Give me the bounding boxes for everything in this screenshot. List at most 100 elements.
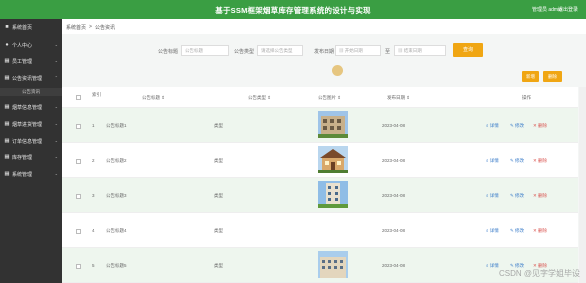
edit-link[interactable]: ✎ 修改	[510, 123, 524, 129]
chevron-down-icon: ⌄	[54, 42, 58, 47]
breadcrumb-current: 公告资讯	[95, 25, 116, 31]
column-header-title[interactable]: 公告标题 ⇕	[142, 95, 165, 101]
notice-image	[318, 251, 348, 278]
edit-link[interactable]: ✎ 修改	[510, 228, 524, 234]
delete-link[interactable]: ✕ 删除	[533, 123, 547, 129]
row-checkbox[interactable]	[76, 159, 81, 164]
sidebar-item-purchase[interactable]: ▦ 烟草进货管理 ⌄	[0, 118, 62, 130]
breadcrumb: 系统首页 > 公告资讯	[62, 19, 586, 34]
end-date-input[interactable]: ▦ 结束日期	[394, 45, 446, 56]
search-icon: ⌕	[486, 263, 489, 268]
row-title: 公告标题3	[106, 193, 127, 198]
view-link[interactable]: ⌕ 详情	[486, 158, 499, 164]
delete-link[interactable]: ✕ 删除	[533, 193, 547, 199]
row-type: 类型	[214, 263, 223, 268]
chevron-down-icon: ⌄	[54, 104, 58, 109]
add-button[interactable]: 新增	[522, 71, 539, 82]
row-type: 类型	[214, 123, 223, 128]
sidebar-item-home[interactable]: ■ 系统首页	[0, 21, 62, 33]
search-icon: ⌕	[486, 193, 489, 198]
column-header-date[interactable]: 发布日期 ⇕	[387, 95, 410, 101]
search-button[interactable]: 查询	[453, 43, 483, 57]
edit-link[interactable]: ✎ 修改	[510, 158, 524, 164]
sidebar-item-orders[interactable]: ▦ 订单信息管理 ⌄	[0, 135, 62, 147]
row-checkbox[interactable]	[76, 264, 81, 269]
row-date: 2023-04-08	[382, 193, 406, 198]
sidebar: ■ 系统首页 ● 个人中心 ⌄ ▦ 员工管理 ⌄ ▦ 公告资讯管理 ⌃ 公告资讯…	[0, 19, 62, 283]
chevron-down-icon: ⌄	[54, 58, 58, 63]
view-link[interactable]: ⌕ 详情	[486, 193, 499, 199]
sidebar-subitem-notices[interactable]: 公告资讯	[0, 88, 62, 96]
view-link[interactable]: ⌕ 详情	[486, 263, 499, 269]
delete-link[interactable]: ✕ 删除	[533, 158, 547, 164]
sidebar-item-stock[interactable]: ▦ 库存管理 ⌄	[0, 151, 62, 163]
table-row: 3 公告标题3 类型 2023-04-08 ⌕ 详情 ✎ 修改 ✕ 删除	[62, 178, 578, 213]
table-row: 1 公告标题1 类型 2023-04-08 ⌕ 详情 ✎ 修改 ✕ 删除	[62, 108, 578, 143]
edit-icon: ✎	[510, 158, 514, 163]
sidebar-item-label: 员工管理	[12, 58, 33, 65]
loading-spinner	[332, 65, 343, 76]
row-checkbox[interactable]	[76, 229, 81, 234]
start-date-input[interactable]: ▦ 开始日期	[335, 45, 381, 56]
delete-button[interactable]: 删除	[543, 71, 562, 82]
sidebar-item-label: 库存管理	[12, 154, 33, 161]
sidebar-item-notices[interactable]: ▦ 公告资讯管理 ⌃	[0, 72, 62, 84]
home-icon: ■	[5, 24, 9, 30]
chevron-down-icon: ⌄	[54, 138, 58, 143]
sidebar-item-staff[interactable]: ▦ 员工管理 ⌄	[0, 55, 62, 67]
breadcrumb-home[interactable]: 系统首页	[66, 24, 86, 31]
edit-icon: ✎	[510, 228, 514, 233]
delete-link[interactable]: ✕ 删除	[533, 228, 547, 234]
watermark: CSDN @见字学姐毕设	[498, 269, 580, 278]
row-index: 5	[92, 263, 95, 268]
table-row: 4 公告标题4 类型 2023-04-08 ⌕ 详情 ✎ 修改 ✕ 删除	[62, 213, 578, 248]
sidebar-item-label: 公告资讯管理	[12, 75, 43, 82]
row-title: 公告标题1	[106, 123, 127, 128]
edit-icon: ✎	[510, 193, 514, 198]
sidebar-item-tobacco[interactable]: ▦ 烟草信息管理 ⌄	[0, 101, 62, 113]
title-filter-label: 公告标题	[158, 49, 179, 55]
notice-image	[318, 111, 348, 138]
search-icon: ⌕	[486, 123, 489, 128]
row-index: 2	[92, 158, 95, 163]
close-icon: ✕	[533, 228, 537, 233]
chevron-down-icon: ⌄	[54, 171, 58, 176]
sidebar-item-profile[interactable]: ● 个人中心 ⌄	[0, 39, 62, 51]
close-icon: ✕	[533, 158, 537, 163]
view-link[interactable]: ⌕ 详情	[486, 228, 499, 234]
sidebar-item-label: 系统管理	[12, 171, 33, 178]
grid-icon: ▦	[4, 171, 10, 177]
date-filter-label: 发布日期	[314, 49, 335, 55]
row-checkbox[interactable]	[76, 124, 81, 129]
edit-link[interactable]: ✎ 修改	[510, 193, 524, 199]
row-index: 1	[92, 123, 95, 128]
table-row: 2 公告标题2 类型 2023-04-08 ⌕ 详情 ✎ 修改 ✕ 删除	[62, 143, 578, 178]
breadcrumb-separator: >	[89, 24, 92, 30]
column-header-type[interactable]: 公告类型 ⇕	[248, 95, 271, 101]
sidebar-item-label: 订单信息管理	[12, 138, 43, 145]
logout-button[interactable]: 退出登录	[558, 6, 578, 13]
select-all-checkbox[interactable]	[76, 95, 81, 100]
search-icon: ⌕	[486, 228, 489, 233]
sidebar-item-label: 烟草进货管理	[12, 121, 43, 128]
app-title: 基于SSM框架烟草库存管理系统的设计与实现	[215, 6, 371, 15]
row-title: 公告标题5	[106, 263, 127, 268]
column-header-image[interactable]: 公告图片 ⇕	[318, 95, 341, 101]
close-icon: ✕	[533, 193, 537, 198]
top-bar: 基于SSM框架烟草库存管理系统的设计与实现 管理员 admin 退出登录	[0, 0, 586, 19]
row-index: 3	[92, 193, 95, 198]
view-link[interactable]: ⌕ 详情	[486, 123, 499, 129]
column-header-actions: 操作	[522, 95, 531, 100]
title-filter-input[interactable]: 公告标题	[181, 45, 229, 56]
row-checkbox[interactable]	[76, 194, 81, 199]
grid-icon: ▦	[4, 104, 10, 110]
sidebar-item-label: 烟草信息管理	[12, 104, 43, 111]
row-title: 公告标题4	[106, 228, 127, 233]
table-header: 索引 公告标题 ⇕ 公告类型 ⇕ 公告图片 ⇕ 发布日期 ⇕ 操作	[62, 87, 578, 108]
type-filter-select[interactable]: 请选择公告类型	[257, 45, 303, 56]
sidebar-item-system[interactable]: ▦ 系统管理 ⌄	[0, 168, 62, 180]
row-date: 2023-04-08	[382, 228, 406, 233]
grid-icon: ▦	[4, 121, 10, 127]
scrollbar[interactable]	[579, 87, 586, 283]
grid-icon: ▦	[4, 58, 10, 64]
